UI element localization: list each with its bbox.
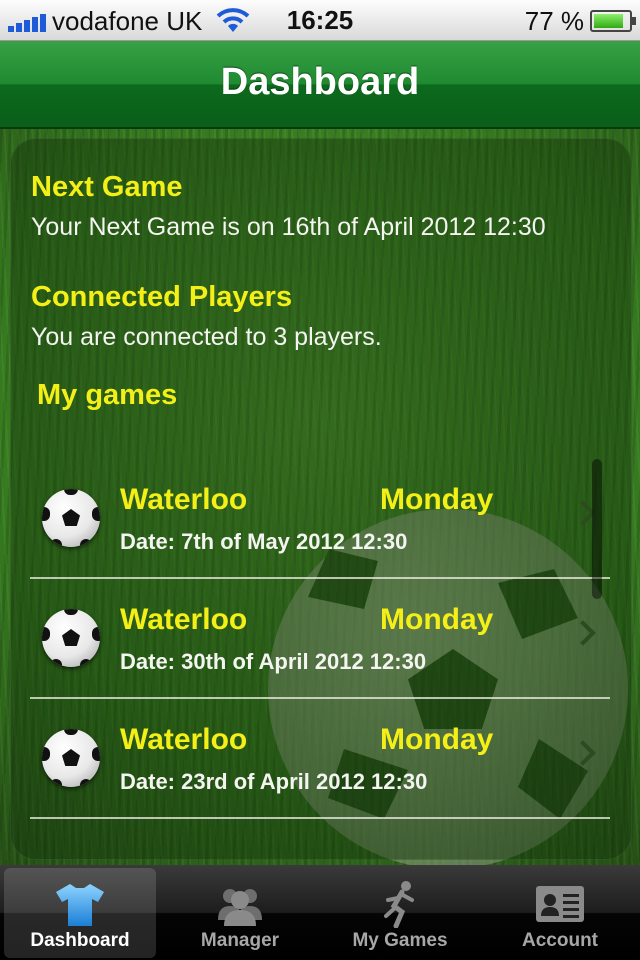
chevron-right-icon: [570, 740, 596, 766]
game-venue: Waterloo: [120, 483, 248, 516]
tab-bar: Dashboard Manager My Games Account: [0, 865, 640, 960]
next-game-heading: Next Game: [31, 171, 183, 203]
tab-manager[interactable]: Manager: [164, 868, 316, 958]
game-date: Date: 23rd of April 2012 12:30: [120, 769, 428, 794]
status-bar: vodafone UK 16:25 77 %: [0, 0, 640, 41]
game-venue: Waterloo: [120, 603, 248, 636]
game-day: Monday: [380, 603, 494, 636]
battery-percentage: 77 %: [524, 6, 584, 36]
scrollbar[interactable]: [592, 459, 602, 599]
tab-label: Manager: [200, 930, 280, 951]
tab-account[interactable]: Account: [484, 868, 636, 958]
game-list-item[interactable]: Waterloo Monday Date: 7th of May 2012 12…: [30, 459, 610, 579]
tab-label: Account: [522, 930, 598, 951]
game-day: Monday: [380, 723, 494, 756]
battery-icon: [590, 10, 636, 32]
connected-players-heading: Connected Players: [31, 281, 293, 313]
game-venue: Waterloo: [120, 723, 248, 756]
id-card-icon: [536, 886, 584, 922]
my-games-heading: My games: [37, 379, 178, 411]
runner-icon: [384, 881, 414, 928]
chevron-right-icon: [570, 620, 596, 646]
game-date: Date: 30th of April 2012 12:30: [120, 649, 427, 674]
page-title: Dashboard: [220, 61, 420, 103]
soccer-ball-icon: [42, 609, 100, 667]
next-game-text: Your Next Game is on 16th of April 2012 …: [31, 213, 546, 241]
tab-my-games[interactable]: My Games: [324, 868, 476, 958]
shirt-icon: [56, 884, 104, 926]
soccer-ball-icon: [42, 729, 100, 787]
dashboard-content[interactable]: Next Game Your Next Game is on 16th of A…: [0, 129, 640, 865]
game-list-item[interactable]: Waterloo Monday Date: 30th of April 2012…: [30, 579, 610, 699]
games-list[interactable]: Waterloo Monday Date: 7th of May 2012 12…: [30, 459, 610, 819]
tab-label: My Games: [352, 930, 448, 951]
game-date: Date: 7th of May 2012 12:30: [120, 529, 408, 554]
tab-label: Dashboard: [30, 930, 130, 951]
connected-players-text: You are connected to 3 players.: [31, 323, 382, 351]
game-list-item[interactable]: Waterloo Monday Date: 23rd of April 2012…: [30, 699, 610, 819]
game-day: Monday: [380, 483, 494, 516]
people-icon: [218, 889, 262, 926]
soccer-ball-icon: [42, 489, 100, 547]
tab-dashboard[interactable]: Dashboard: [4, 868, 156, 958]
navigation-bar: Dashboard: [0, 41, 640, 129]
